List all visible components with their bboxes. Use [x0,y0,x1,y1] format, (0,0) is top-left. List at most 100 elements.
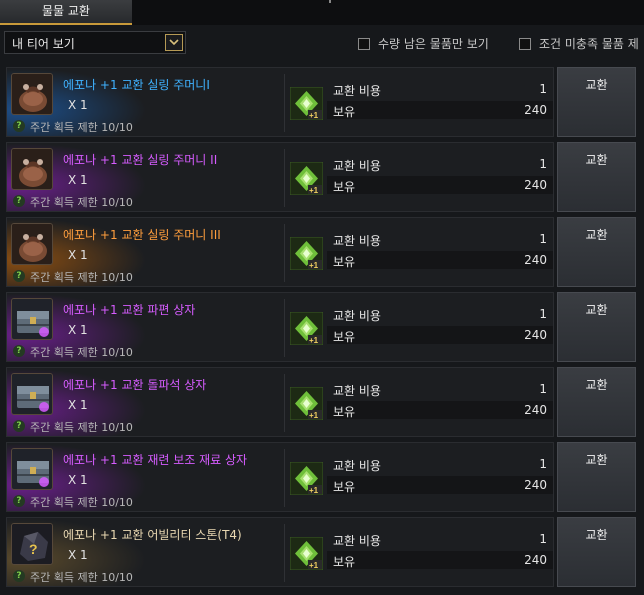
exchange-button[interactable]: 교환 [557,292,636,362]
pouch-icon[interactable] [11,223,53,265]
tab-barter[interactable]: 물물 교환 [0,0,132,25]
item-card: 에포나 +1 교환 실링 주머니 II X 1 ? 주간 획득 제한 10/10… [6,142,554,212]
divider [284,224,285,282]
pouch-icon[interactable] [11,148,53,190]
list-item: 에포나 +1 교환 실링 주머니I X 1 ? 주간 획득 제한 10/10 +… [4,66,644,141]
exchange-button[interactable]: 교환 [557,217,636,287]
checkbox-box[interactable] [358,37,370,50]
divider [284,299,285,357]
item-name: 에포나 +1 교환 실링 주머니 II [63,153,218,167]
help-icon[interactable]: ? [13,270,25,282]
leapstone-icon[interactable]: +1 [289,236,324,271]
cost-value: 1 [539,307,547,321]
cost-label: 교환 비용 [333,159,381,173]
divider [284,74,285,132]
item-name: 에포나 +1 교환 실링 주머니I [63,78,210,92]
item-name: 에포나 +1 교환 어빌리티 스톤(T4) [63,528,242,542]
leapstone-icon[interactable]: +1 [289,536,324,571]
item-quantity: X 1 [68,173,88,187]
owned-value: 240 [524,253,547,267]
help-icon[interactable]: ? [13,120,25,132]
tier-dropdown[interactable]: 내 티어 보기 [4,31,186,54]
cost-value: 1 [539,457,547,471]
owned-label: 보유 [333,255,356,269]
divider [284,449,285,507]
svg-text:?: ? [29,541,38,557]
exchange-button[interactable]: 교환 [557,517,636,587]
cost-label: 교환 비용 [333,84,381,98]
list-item: 에포나 +1 교환 돌파석 상자 X 1 ? 주간 획득 제한 10/10 +1… [4,366,644,441]
svg-text:+1: +1 [309,411,319,420]
owned-value: 240 [524,403,547,417]
filter-bar: 내 티어 보기 수량 남은 물품만 보기 조건 미충족 물품 제 [0,26,644,62]
item-card: 에포나 +1 교환 돌파석 상자 X 1 ? 주간 획득 제한 10/10 +1… [6,367,554,437]
exchange-button[interactable]: 교환 [557,67,636,137]
exchange-button[interactable]: 교환 [557,367,636,437]
cost-label: 교환 비용 [333,534,381,548]
svg-text:+1: +1 [309,261,319,270]
owned-line: 보유 240 [327,551,553,569]
help-icon[interactable]: ? [13,195,25,207]
divider [284,149,285,207]
item-quantity: X 1 [68,548,88,562]
remaining-only-checkbox[interactable]: 수량 남은 물품만 보기 [358,35,489,52]
weekly-limit-text: 주간 획득 제한 10/10 [30,571,133,584]
unmet-condition-checkbox[interactable]: 조건 미충족 물품 제 [519,35,639,52]
owned-line: 보유 240 [327,251,553,269]
weekly-limit-text: 주간 획득 제한 10/10 [30,346,133,359]
leapstone-icon[interactable]: +1 [289,311,324,346]
list-item: ? 에포나 +1 교환 어빌리티 스톤(T4) X 1 ? 주간 획득 제한 1… [4,516,644,591]
list-item: 에포나 +1 교환 실링 주머니 II X 1 ? 주간 획득 제한 10/10… [4,141,644,216]
exchange-list: 에포나 +1 교환 실링 주머니I X 1 ? 주간 획득 제한 10/10 +… [4,66,644,591]
chevron-down-icon[interactable] [165,34,183,51]
owned-line: 보유 240 [327,401,553,419]
owned-label: 보유 [333,555,356,569]
svg-text:+1: +1 [309,111,319,120]
item-card: 에포나 +1 교환 파편 상자 X 1 ? 주간 획득 제한 10/10 +1 … [6,292,554,362]
pouch-icon[interactable] [11,73,53,115]
cost-line: 교환 비용 1 [327,530,553,549]
exchange-button[interactable]: 교환 [557,442,636,512]
item-name: 에포나 +1 교환 돌파석 상자 [63,378,207,392]
item-card: 에포나 +1 교환 실링 주머니I X 1 ? 주간 획득 제한 10/10 +… [6,67,554,137]
exchange-button[interactable]: 교환 [557,142,636,212]
remaining-only-label: 수량 남은 물품만 보기 [378,37,489,51]
help-icon[interactable]: ? [13,495,25,507]
cost-label: 교환 비용 [333,309,381,323]
item-quantity: X 1 [68,473,88,487]
cost-line: 교환 비용 1 [327,380,553,399]
help-icon[interactable]: ? [13,570,25,582]
owned-label: 보유 [333,180,356,194]
stone-icon[interactable]: ? [11,523,53,565]
cost-label: 교환 비용 [333,234,381,248]
list-item: 에포나 +1 교환 재련 보조 재료 상자 X 1 ? 주간 획득 제한 10/… [4,441,644,516]
owned-value: 240 [524,103,547,117]
chest-icon[interactable] [11,298,53,340]
chest-icon[interactable] [11,373,53,415]
item-card: 에포나 +1 교환 재련 보조 재료 상자 X 1 ? 주간 획득 제한 10/… [6,442,554,512]
item-quantity: X 1 [68,98,88,112]
divider [284,524,285,582]
item-name: 에포나 +1 교환 실링 주머니 III [63,228,221,242]
list-item: 에포나 +1 교환 실링 주머니 III X 1 ? 주간 획득 제한 10/1… [4,216,644,291]
help-icon[interactable]: ? [13,420,25,432]
cost-value: 1 [539,82,547,96]
cost-value: 1 [539,532,547,546]
owned-label: 보유 [333,105,356,119]
leapstone-icon[interactable]: +1 [289,461,324,496]
leapstone-icon[interactable]: +1 [289,386,324,421]
leapstone-icon[interactable]: +1 [289,86,324,121]
item-quantity: X 1 [68,323,88,337]
owned-value: 240 [524,328,547,342]
help-icon[interactable]: ? [13,345,25,357]
weekly-limit-text: 주간 획득 제한 10/10 [30,121,133,134]
chest-icon[interactable] [11,448,53,490]
weekly-limit-text: 주간 획득 제한 10/10 [30,496,133,509]
item-quantity: X 1 [68,248,88,262]
cost-line: 교환 비용 1 [327,80,553,99]
checkbox-box[interactable] [519,37,531,50]
owned-label: 보유 [333,330,356,344]
leapstone-icon[interactable]: +1 [289,161,324,196]
tier-dropdown-value: 내 티어 보기 [12,37,75,51]
cost-line: 교환 비용 1 [327,305,553,324]
